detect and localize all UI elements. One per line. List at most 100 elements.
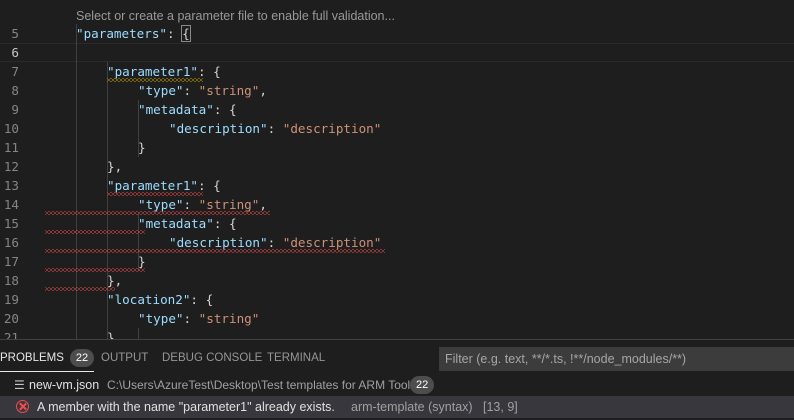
json-punctuation: , <box>259 197 267 212</box>
line-number: 18 <box>3 273 19 288</box>
json-punctuation: : <box>183 311 199 326</box>
line-number: 10 <box>3 121 19 136</box>
code-line[interactable]: 8 "type": "string", <box>0 81 794 100</box>
problem-row[interactable]: A member with the name "parameter1" alre… <box>0 396 794 418</box>
line-number: 17 <box>3 254 19 269</box>
code-text: "description": "description" <box>169 119 381 138</box>
json-punctuation: }, <box>107 273 123 288</box>
problems-filter-input[interactable] <box>439 347 794 371</box>
json-punctuation: } <box>138 254 146 269</box>
line-number: 5 <box>11 26 19 41</box>
json-punctuation: }, <box>107 330 123 339</box>
indent-guide <box>138 214 139 271</box>
code-text: }, <box>107 157 122 176</box>
json-punctuation: : <box>183 83 199 98</box>
json-punctuation: : { <box>213 102 237 117</box>
json-punctuation: : { <box>213 216 237 231</box>
error-squiggle <box>45 211 270 215</box>
json-key: "description" <box>169 235 268 250</box>
indent-guide <box>76 24 77 339</box>
line-number: 11 <box>3 140 19 155</box>
line-number: 14 <box>3 197 19 212</box>
code-editor[interactable]: Select or create a parameter file to ena… <box>0 0 794 339</box>
code-text: "metadata": { <box>138 100 237 119</box>
error-squiggle <box>107 192 203 196</box>
code-line[interactable]: 6 <box>0 43 794 62</box>
json-key: "type" <box>138 83 184 98</box>
warning-squiggle <box>107 78 203 82</box>
json-punctuation: : { <box>198 64 221 79</box>
problem-message: A member with the name "parameter1" alre… <box>37 400 335 414</box>
json-key: "type" <box>138 311 184 326</box>
code-line[interactable]: 10 "description": "description" <box>0 119 794 138</box>
line-number: 6 <box>11 45 19 60</box>
json-key: "parameters" <box>76 26 167 41</box>
json-key: "parameter1" <box>107 178 198 193</box>
tab-terminal[interactable]: TERMINAL <box>267 340 325 376</box>
line-number: 8 <box>11 83 19 98</box>
json-string: "description" <box>282 235 382 250</box>
line-number: 19 <box>3 292 19 307</box>
code-line[interactable]: 20 "type": "string" <box>0 309 794 328</box>
code-text: "parameters": { <box>76 24 191 43</box>
indent-guide <box>107 62 108 339</box>
error-squiggle <box>45 230 145 234</box>
json-punctuation: { <box>181 25 191 42</box>
problem-file-name: new-vm.json <box>29 378 100 392</box>
line-number: 16 <box>3 235 19 250</box>
json-punctuation: : <box>267 235 283 250</box>
file-list-icon: ☰ <box>14 378 25 392</box>
panel-tabs: PROBLEMS 22 OUTPUT DEBUG CONSOLE TERMINAL <box>0 340 794 376</box>
error-squiggle <box>45 249 385 253</box>
line-number: 9 <box>11 102 19 117</box>
code-line[interactable]: 11} <box>0 138 794 157</box>
error-icon <box>16 400 29 413</box>
json-string: "string" <box>198 83 260 98</box>
json-punctuation: : <box>183 197 199 212</box>
json-string: "string" <box>198 197 260 212</box>
json-string: "string" <box>198 311 260 326</box>
json-key: "metadata" <box>138 102 214 117</box>
tab-problems[interactable]: PROBLEMS 22 <box>0 340 95 376</box>
json-punctuation: : { <box>198 178 221 193</box>
code-line[interactable]: 19 "location2": { <box>0 290 794 309</box>
json-key: "metadata" <box>138 216 214 231</box>
json-string: "description" <box>282 121 382 136</box>
codelens-validation-hint[interactable]: Select or create a parameter file to ena… <box>76 7 395 25</box>
error-squiggle <box>45 287 115 291</box>
problems-panel: PROBLEMS 22 OUTPUT DEBUG CONSOLE TERMINAL… <box>0 339 794 420</box>
problem-file-row[interactable]: ☰ new-vm.json C:\Users\AzureTest\Desktop… <box>0 374 794 396</box>
code-line[interactable]: 18}, <box>0 271 794 290</box>
tab-problems-label: PROBLEMS <box>0 352 64 364</box>
code-text: }, <box>107 328 122 339</box>
json-punctuation: }, <box>107 159 123 174</box>
indent-guide <box>138 100 139 157</box>
error-squiggle <box>45 268 145 272</box>
code-text: "metadata": { <box>138 214 237 233</box>
code-line[interactable]: 21}, <box>0 328 794 339</box>
line-number: 21 <box>3 330 19 339</box>
line-number: 15 <box>3 216 19 231</box>
code-line[interactable]: 12}, <box>0 157 794 176</box>
tab-output[interactable]: OUTPUT <box>101 340 148 376</box>
json-punctuation: : <box>167 26 183 41</box>
code-line[interactable]: 5 "parameters": { <box>0 24 794 43</box>
indent-guide <box>138 328 139 339</box>
json-key: "type" <box>138 197 184 212</box>
code-text: "type": "string" <box>138 309 259 328</box>
json-punctuation: , <box>259 83 267 98</box>
line-number: 7 <box>11 64 19 79</box>
problems-count-badge: 22 <box>69 348 95 367</box>
line-number: 20 <box>3 311 19 326</box>
problem-source: arm-template (syntax) <box>351 400 473 414</box>
line-number: 12 <box>3 159 19 174</box>
tab-debug-console[interactable]: DEBUG CONSOLE <box>162 340 262 376</box>
problem-file-count-badge: 22 <box>410 376 435 394</box>
code-line[interactable]: 9 "metadata": { <box>0 100 794 119</box>
json-punctuation: : <box>267 121 283 136</box>
json-key: "parameter1" <box>107 64 198 79</box>
problem-position: [13, 9] <box>483 400 518 414</box>
json-punctuation: } <box>138 140 146 155</box>
json-key: "description" <box>169 121 268 136</box>
problem-file-path: C:\Users\AzureTest\Desktop\Test template… <box>107 378 417 392</box>
